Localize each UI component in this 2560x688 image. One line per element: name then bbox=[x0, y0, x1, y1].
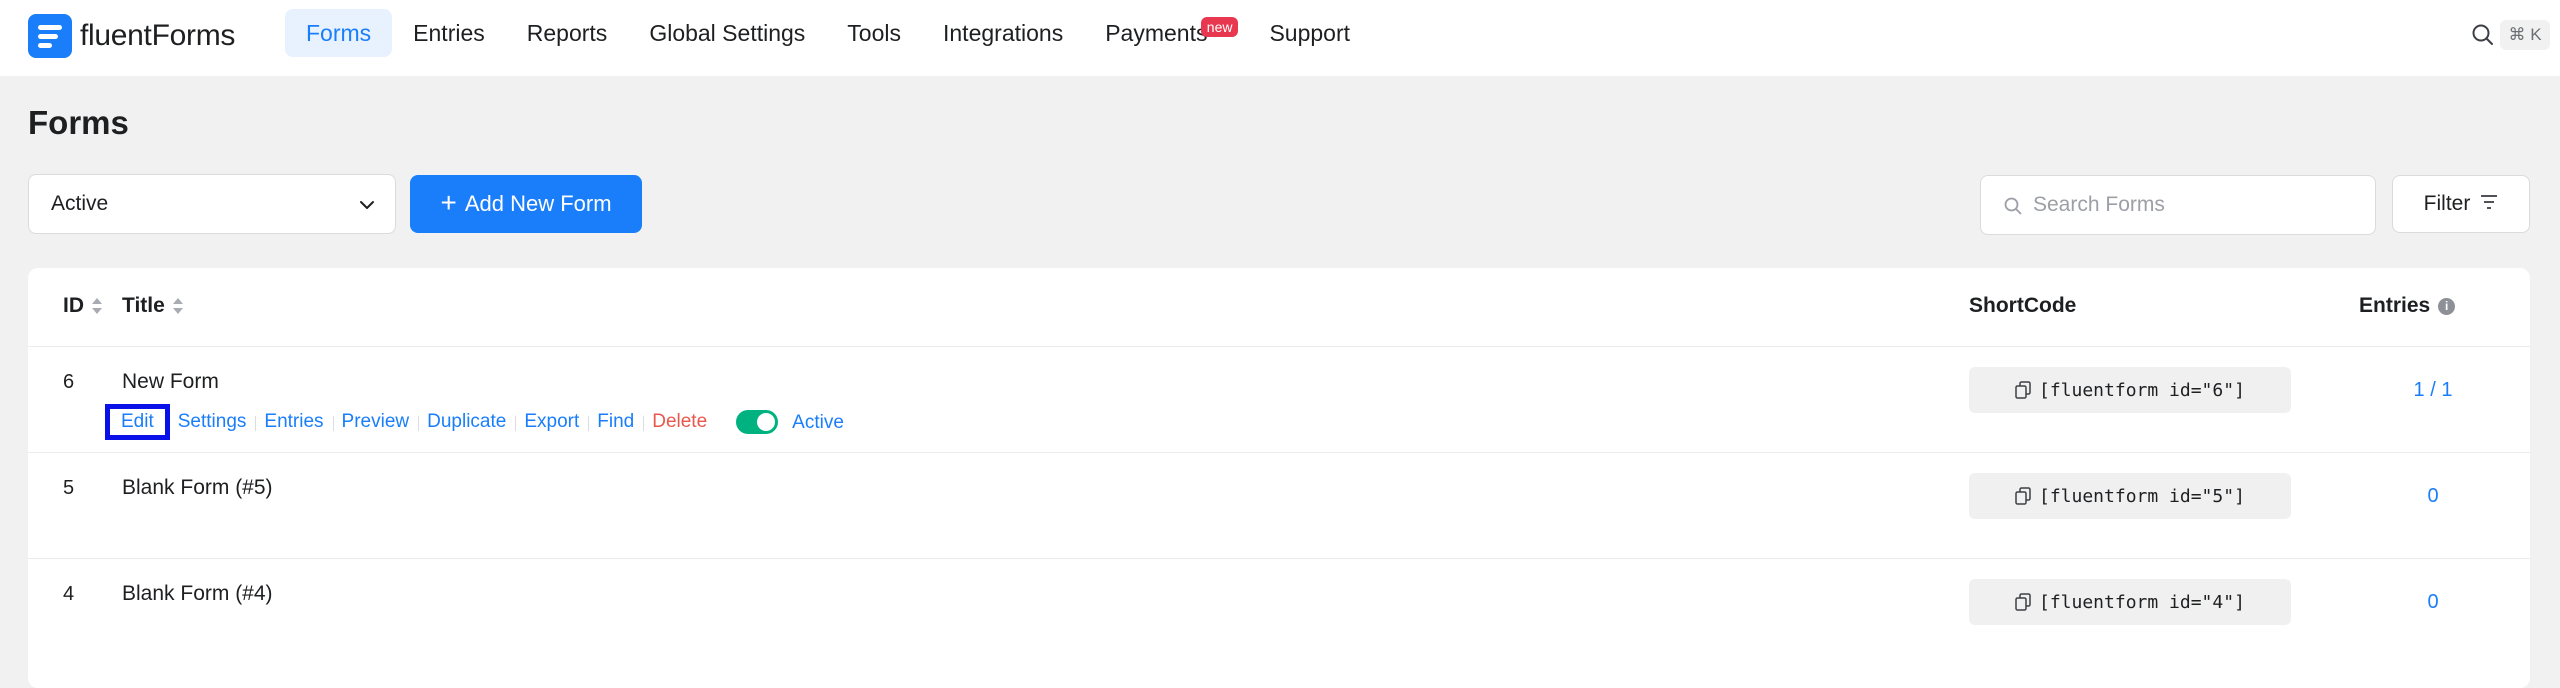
status-filter-select[interactable]: Active bbox=[28, 174, 396, 234]
search-icon[interactable] bbox=[2470, 22, 2496, 48]
shortcode-column-header: ShortCode bbox=[1969, 294, 2076, 318]
nav-tools[interactable]: Tools bbox=[826, 9, 922, 57]
copy-icon bbox=[2015, 487, 2031, 510]
table-row: 5 Blank Form (#5) [fluentform id="5"] 0 bbox=[28, 452, 2530, 558]
new-badge: new bbox=[1200, 17, 1239, 37]
sort-icon bbox=[92, 298, 102, 314]
form-title[interactable]: New Form bbox=[122, 370, 219, 394]
nav-reports[interactable]: Reports bbox=[506, 9, 629, 57]
shortcode-text: [fluentform id="5"] bbox=[2039, 485, 2245, 507]
entries-count-link[interactable]: 0 bbox=[2378, 485, 2488, 508]
filter-label: Filter bbox=[2423, 192, 2471, 215]
search-forms-field[interactable] bbox=[1980, 175, 2376, 235]
nav-entries[interactable]: Entries bbox=[392, 9, 506, 57]
edit-link[interactable]: Edit bbox=[105, 404, 170, 440]
row-actions: Edit Settings Entries Preview Duplicate … bbox=[105, 403, 844, 441]
shortcode-copy-button[interactable]: [fluentform id="4"] bbox=[1969, 579, 2291, 625]
table-row: 4 Blank Form (#4) [fluentform id="4"] 0 bbox=[28, 558, 2530, 664]
title-column-header[interactable]: Title bbox=[122, 294, 183, 318]
table-row: 6 New Form Edit Settings Entries Preview… bbox=[28, 346, 2530, 452]
shortcode-header-label: ShortCode bbox=[1969, 294, 2077, 317]
page-title: Forms bbox=[28, 104, 129, 141]
add-new-form-label: Add New Form bbox=[464, 191, 612, 216]
entries-column-header: Entries i bbox=[2359, 294, 2456, 318]
info-icon[interactable]: i bbox=[2438, 297, 2456, 315]
id-header-label: ID bbox=[63, 294, 84, 317]
shortcode-text: [fluentform id="6"] bbox=[2039, 379, 2245, 401]
title-header-label: Title bbox=[122, 294, 165, 317]
logo-text: fluentForms bbox=[80, 19, 236, 52]
status-filter-value: Active bbox=[51, 192, 109, 215]
form-id: 5 bbox=[63, 477, 75, 499]
shortcode-text: [fluentform id="4"] bbox=[2039, 591, 2245, 613]
chevron-down-icon bbox=[357, 195, 377, 221]
find-link[interactable]: Find bbox=[588, 411, 643, 433]
copy-icon bbox=[2015, 381, 2031, 404]
preview-link[interactable]: Preview bbox=[332, 411, 419, 433]
form-id: 4 bbox=[63, 583, 75, 605]
export-link[interactable]: Export bbox=[515, 411, 588, 433]
nav-support[interactable]: Support bbox=[1248, 9, 1371, 57]
forms-table: ID Title ShortCode Entries i 6 New Form … bbox=[28, 268, 2530, 688]
id-column-header[interactable]: ID bbox=[63, 294, 102, 318]
search-forms-input[interactable] bbox=[2033, 193, 2353, 217]
add-new-form-button[interactable]: + Add New Form bbox=[410, 175, 642, 233]
nav-payments-label: Payments bbox=[1105, 19, 1208, 46]
entries-count-link[interactable]: 0 bbox=[2378, 591, 2488, 614]
search-icon bbox=[2003, 196, 2023, 221]
nav-integrations[interactable]: Integrations bbox=[922, 9, 1084, 57]
fluentforms-logo[interactable]: fluentForms bbox=[28, 14, 235, 58]
filter-button[interactable]: Filter bbox=[2392, 175, 2530, 233]
table-header: ID Title ShortCode Entries i bbox=[28, 268, 2530, 346]
entries-link[interactable]: Entries bbox=[255, 411, 332, 433]
duplicate-link[interactable]: Duplicate bbox=[418, 411, 515, 433]
logo-icon bbox=[28, 14, 72, 58]
search-shortcut: ⌘ K bbox=[2500, 20, 2550, 50]
form-title[interactable]: Blank Form (#5) bbox=[122, 476, 273, 500]
nav-payments[interactable]: Payments new bbox=[1084, 9, 1239, 57]
filter-icon bbox=[2480, 192, 2498, 216]
sort-icon bbox=[172, 298, 183, 314]
form-status-toggle[interactable] bbox=[736, 410, 779, 434]
copy-icon bbox=[2015, 593, 2031, 616]
settings-link[interactable]: Settings bbox=[169, 411, 256, 433]
entries-header-label: Entries bbox=[2359, 294, 2431, 317]
nav-global-settings[interactable]: Global Settings bbox=[628, 9, 826, 57]
entries-count-link[interactable]: 1 / 1 bbox=[2378, 379, 2488, 402]
shortcode-copy-button[interactable]: [fluentform id="5"] bbox=[1969, 473, 2291, 519]
delete-link[interactable]: Delete bbox=[643, 411, 716, 433]
plus-icon: + bbox=[440, 186, 457, 218]
form-id: 6 bbox=[63, 371, 75, 393]
nav-forms[interactable]: Forms bbox=[285, 9, 393, 57]
shortcode-copy-button[interactable]: [fluentform id="6"] bbox=[1969, 367, 2291, 413]
main-nav: Forms Entries Reports Global Settings To… bbox=[285, 9, 1371, 57]
form-status-label: Active bbox=[792, 412, 844, 433]
top-bar: fluentForms Forms Entries Reports Global… bbox=[0, 0, 2560, 76]
form-title[interactable]: Blank Form (#4) bbox=[122, 582, 273, 606]
